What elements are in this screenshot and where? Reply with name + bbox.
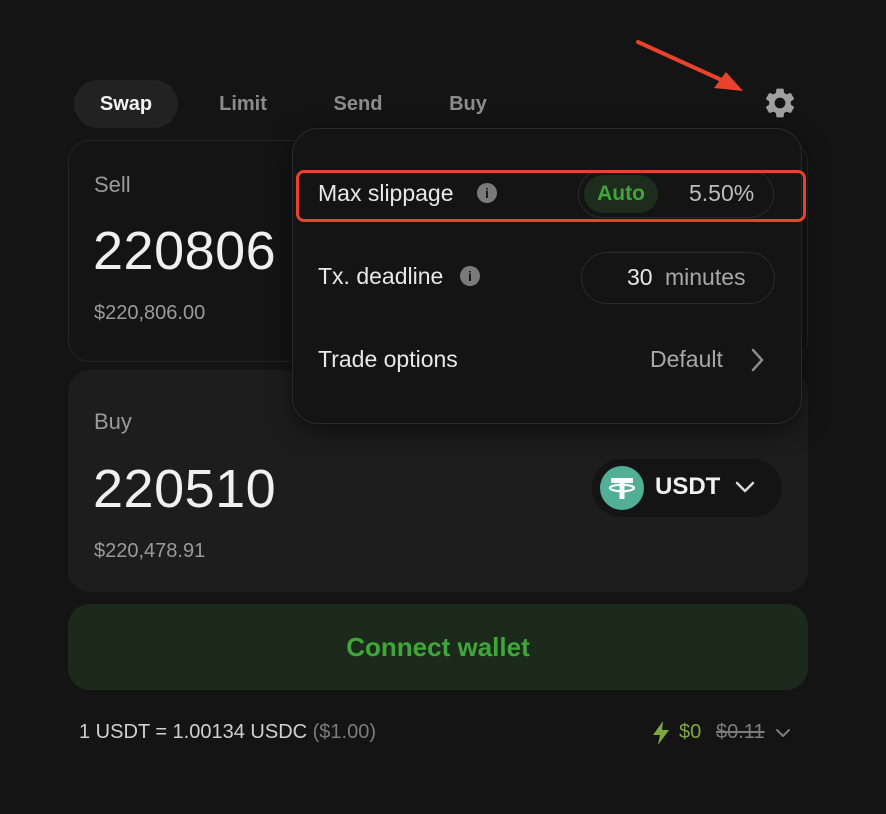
exchange-rate-usd: ($1.00): [312, 721, 377, 743]
tx-deadline-label: Tx. deadline: [318, 263, 444, 289]
sell-amount-input[interactable]: 220806: [93, 220, 276, 282]
chevron-right-icon[interactable]: [749, 347, 765, 373]
token-symbol: USDT: [655, 473, 721, 500]
gear-icon[interactable]: [762, 85, 798, 121]
buy-usd-value: $220,478.91: [94, 540, 206, 562]
buy-label: Buy: [94, 409, 132, 434]
fee-chevron-down-icon[interactable]: [774, 726, 792, 740]
buy-amount-input[interactable]: 220510: [93, 458, 276, 520]
tab-limit[interactable]: Limit: [200, 80, 286, 128]
network-fee: $0: [679, 721, 702, 743]
network-fee-original: $0.11: [716, 721, 765, 743]
tab-swap[interactable]: Swap: [74, 80, 178, 128]
exchange-rate[interactable]: 1 USDT = 1.00134 USDC ($1.00): [79, 721, 376, 744]
annotation-highlight: [296, 170, 806, 222]
info-icon[interactable]: i: [460, 266, 480, 286]
tab-send[interactable]: Send: [314, 80, 402, 128]
annotation-arrow: [636, 40, 743, 91]
sell-usd-value: $220,806.00: [94, 302, 206, 324]
tether-icon: [600, 466, 644, 510]
exchange-rate-text: 1 USDT = 1.00134 USDC: [79, 721, 308, 743]
sell-label: Sell: [94, 172, 131, 197]
trade-options-value[interactable]: Default: [650, 346, 723, 373]
chevron-down-icon: [735, 481, 755, 493]
tx-deadline-unit: minutes: [665, 264, 746, 290]
connect-wallet-label: Connect wallet: [346, 632, 530, 662]
tx-deadline-input[interactable]: 30: [627, 264, 653, 291]
lightning-icon: [653, 721, 669, 745]
trade-options-label[interactable]: Trade options: [318, 346, 458, 373]
tab-buy[interactable]: Buy: [430, 80, 506, 128]
